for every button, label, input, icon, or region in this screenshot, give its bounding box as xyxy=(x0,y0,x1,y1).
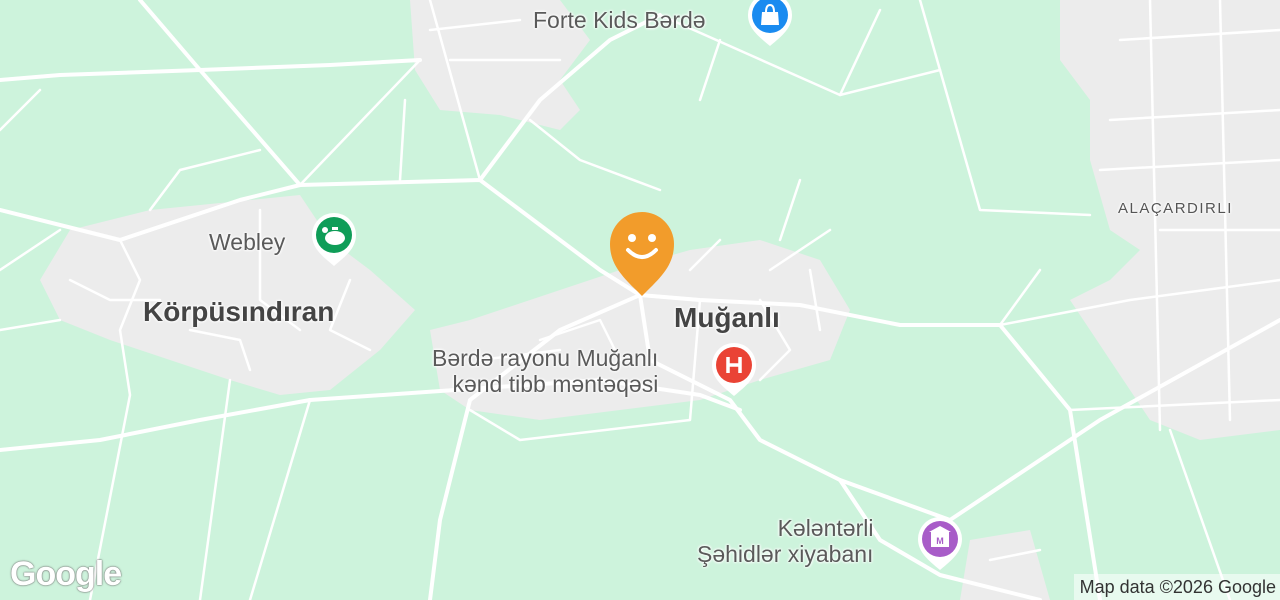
poi-label-hospital-line2: kənd tibb məntəqəsi xyxy=(452,371,659,397)
place-label-muganli: Muğanlı xyxy=(674,302,780,333)
poi-label-forte-kids[interactable]: Forte Kids Bərdə xyxy=(533,7,706,33)
place-label-alacardirli: ALAÇARDIRLI xyxy=(1118,200,1233,217)
poi-label-hospital[interactable]: Bərdə rayonu Muğanlı kənd tibb məntəqəsi xyxy=(432,345,658,397)
poi-label-hospital-line1: Bərdə rayonu Muğanlı xyxy=(432,345,659,371)
poi-label-kalantarli-line2: Şəhidlər xiyabanı xyxy=(697,541,874,567)
google-logo[interactable]: Google xyxy=(10,555,122,594)
place-label-korpusindiran: Körpüsındıran xyxy=(143,296,335,327)
poi-label-kalantarli-line1: Kələntərli xyxy=(777,515,874,541)
poi-label-kalantarli[interactable]: Kələntərli Şəhidlər xiyabanı xyxy=(697,515,873,567)
poi-label-webley[interactable]: Webley xyxy=(209,229,285,255)
svg-text:M: M xyxy=(936,536,944,546)
map-attribution[interactable]: Map data ©2026 Google xyxy=(1073,574,1280,600)
